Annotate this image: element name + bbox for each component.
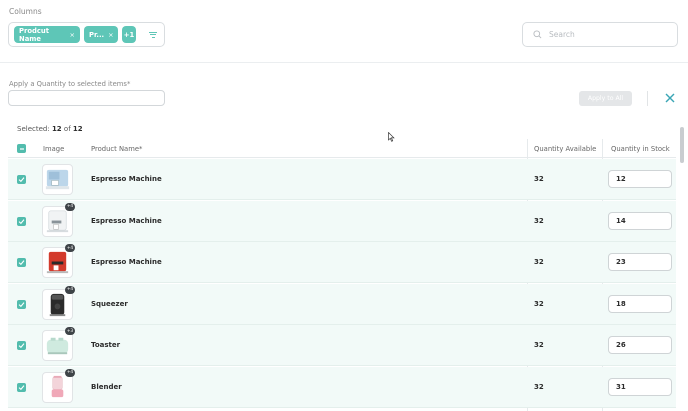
espresso-machine-blue-image xyxy=(45,169,70,190)
product-name: Squeezer xyxy=(91,299,128,308)
products-table: Image Product Name* Quantity Available Q… xyxy=(8,139,676,411)
scrollbar[interactable] xyxy=(680,127,684,163)
row-checkbox[interactable] xyxy=(17,258,26,267)
selection-of: of xyxy=(63,125,71,133)
selection-summary: Selected: 12 of 12 xyxy=(17,125,83,133)
image-count-badge: +4 xyxy=(65,285,75,294)
espresso-machine-white-image xyxy=(46,210,69,232)
column-chip-label: Pr... xyxy=(89,30,105,39)
selection-count: 12 xyxy=(51,125,62,133)
product-image[interactable]: +4 xyxy=(42,368,75,403)
toaster-image xyxy=(46,337,69,355)
select-all-checkbox[interactable] xyxy=(17,144,26,153)
header-image: Image xyxy=(43,145,65,153)
espresso-machine-red-image xyxy=(46,251,69,274)
quantity-available: 32 xyxy=(534,341,544,349)
divider xyxy=(0,62,688,63)
header-quantity-in-stock: Quantity in Stock xyxy=(611,145,670,153)
close-icon[interactable] xyxy=(664,92,676,104)
product-image[interactable]: +4 xyxy=(42,244,75,278)
blender-image xyxy=(51,375,64,397)
product-image[interactable]: +4 xyxy=(42,285,75,320)
image-count-badge: +4 xyxy=(65,202,75,211)
table-row[interactable]: +3 Toaster 32 26 xyxy=(8,325,676,366)
search-input[interactable]: Search xyxy=(549,30,575,39)
product-name: Espresso Machine xyxy=(91,175,162,183)
more-columns-chip[interactable]: +1 xyxy=(122,26,136,43)
quantity-available: 32 xyxy=(534,175,544,183)
squeezer-image xyxy=(49,293,66,316)
row-checkbox[interactable] xyxy=(17,216,26,226)
image-count-badge: +4 xyxy=(65,368,75,377)
table-row[interactable]: +4 Squeezer 32 18 xyxy=(8,283,676,325)
selection-prefix: Selected: xyxy=(17,125,50,133)
remove-chip-icon[interactable]: × xyxy=(108,31,113,39)
remove-chip-icon[interactable]: × xyxy=(70,31,75,39)
quantity-in-stock-input[interactable]: 23 xyxy=(608,253,672,271)
product-image[interactable] xyxy=(42,164,73,195)
row-checkbox[interactable] xyxy=(17,382,26,392)
product-image[interactable]: +3 xyxy=(42,327,75,361)
quantity-in-stock-input[interactable]: 18 xyxy=(608,294,672,313)
product-name: Espresso Machine xyxy=(91,258,162,266)
image-count-badge: +4 xyxy=(65,244,75,252)
image-count-badge: +3 xyxy=(65,327,75,335)
header-product-name[interactable]: Product Name* xyxy=(91,145,142,153)
product-name: Toaster xyxy=(91,341,121,349)
product-name: Blender xyxy=(91,382,122,391)
quantity-available: 32 xyxy=(534,258,544,266)
filter-icon[interactable] xyxy=(148,30,158,40)
quantity-available: 32 xyxy=(534,382,544,391)
columns-label: Columns xyxy=(9,7,42,16)
quantity-in-stock-input[interactable]: 26 xyxy=(608,336,672,354)
product-image[interactable]: +4 xyxy=(42,202,75,237)
search-icon xyxy=(533,30,542,39)
row-checkbox[interactable] xyxy=(17,175,26,184)
header-quantity-available: Quantity Available xyxy=(534,145,597,153)
quantity-label: Apply a Quantity to selected items* xyxy=(9,80,131,88)
column-chip-product-name[interactable]: Prodcut Name × xyxy=(14,26,80,43)
table-row[interactable]: Espresso Machine 32 12 xyxy=(8,159,676,200)
table-row[interactable]: +4 Espresso Machine 32 23 xyxy=(8,242,676,283)
quantity-in-stock-input[interactable]: 12 xyxy=(608,170,672,188)
search-box[interactable]: Search xyxy=(522,22,678,47)
quantity-in-stock-input[interactable]: 14 xyxy=(608,211,672,230)
table-row[interactable]: +4 Espresso Machine 32 14 xyxy=(8,200,676,242)
columns-selector[interactable]: Prodcut Name × Pr... × +1 xyxy=(8,22,165,47)
quantity-input[interactable] xyxy=(8,90,165,106)
column-chip-pr[interactable]: Pr... × xyxy=(84,26,118,43)
quantity-available: 32 xyxy=(534,299,544,308)
quantity-available: 32 xyxy=(534,216,544,225)
apply-to-all-button[interactable]: Apply to All xyxy=(579,91,632,106)
selection-total: 12 xyxy=(72,125,83,133)
divider xyxy=(647,91,648,106)
row-checkbox[interactable] xyxy=(17,299,26,309)
column-chip-label: Prodcut Name xyxy=(19,26,49,43)
table-row[interactable]: +4 Blender 32 31 xyxy=(8,366,676,408)
quantity-in-stock-input[interactable]: 31 xyxy=(608,377,672,396)
row-checkbox[interactable] xyxy=(17,341,26,350)
product-name: Espresso Machine xyxy=(91,216,162,225)
table-header: Image Product Name* Quantity Available Q… xyxy=(8,139,676,158)
